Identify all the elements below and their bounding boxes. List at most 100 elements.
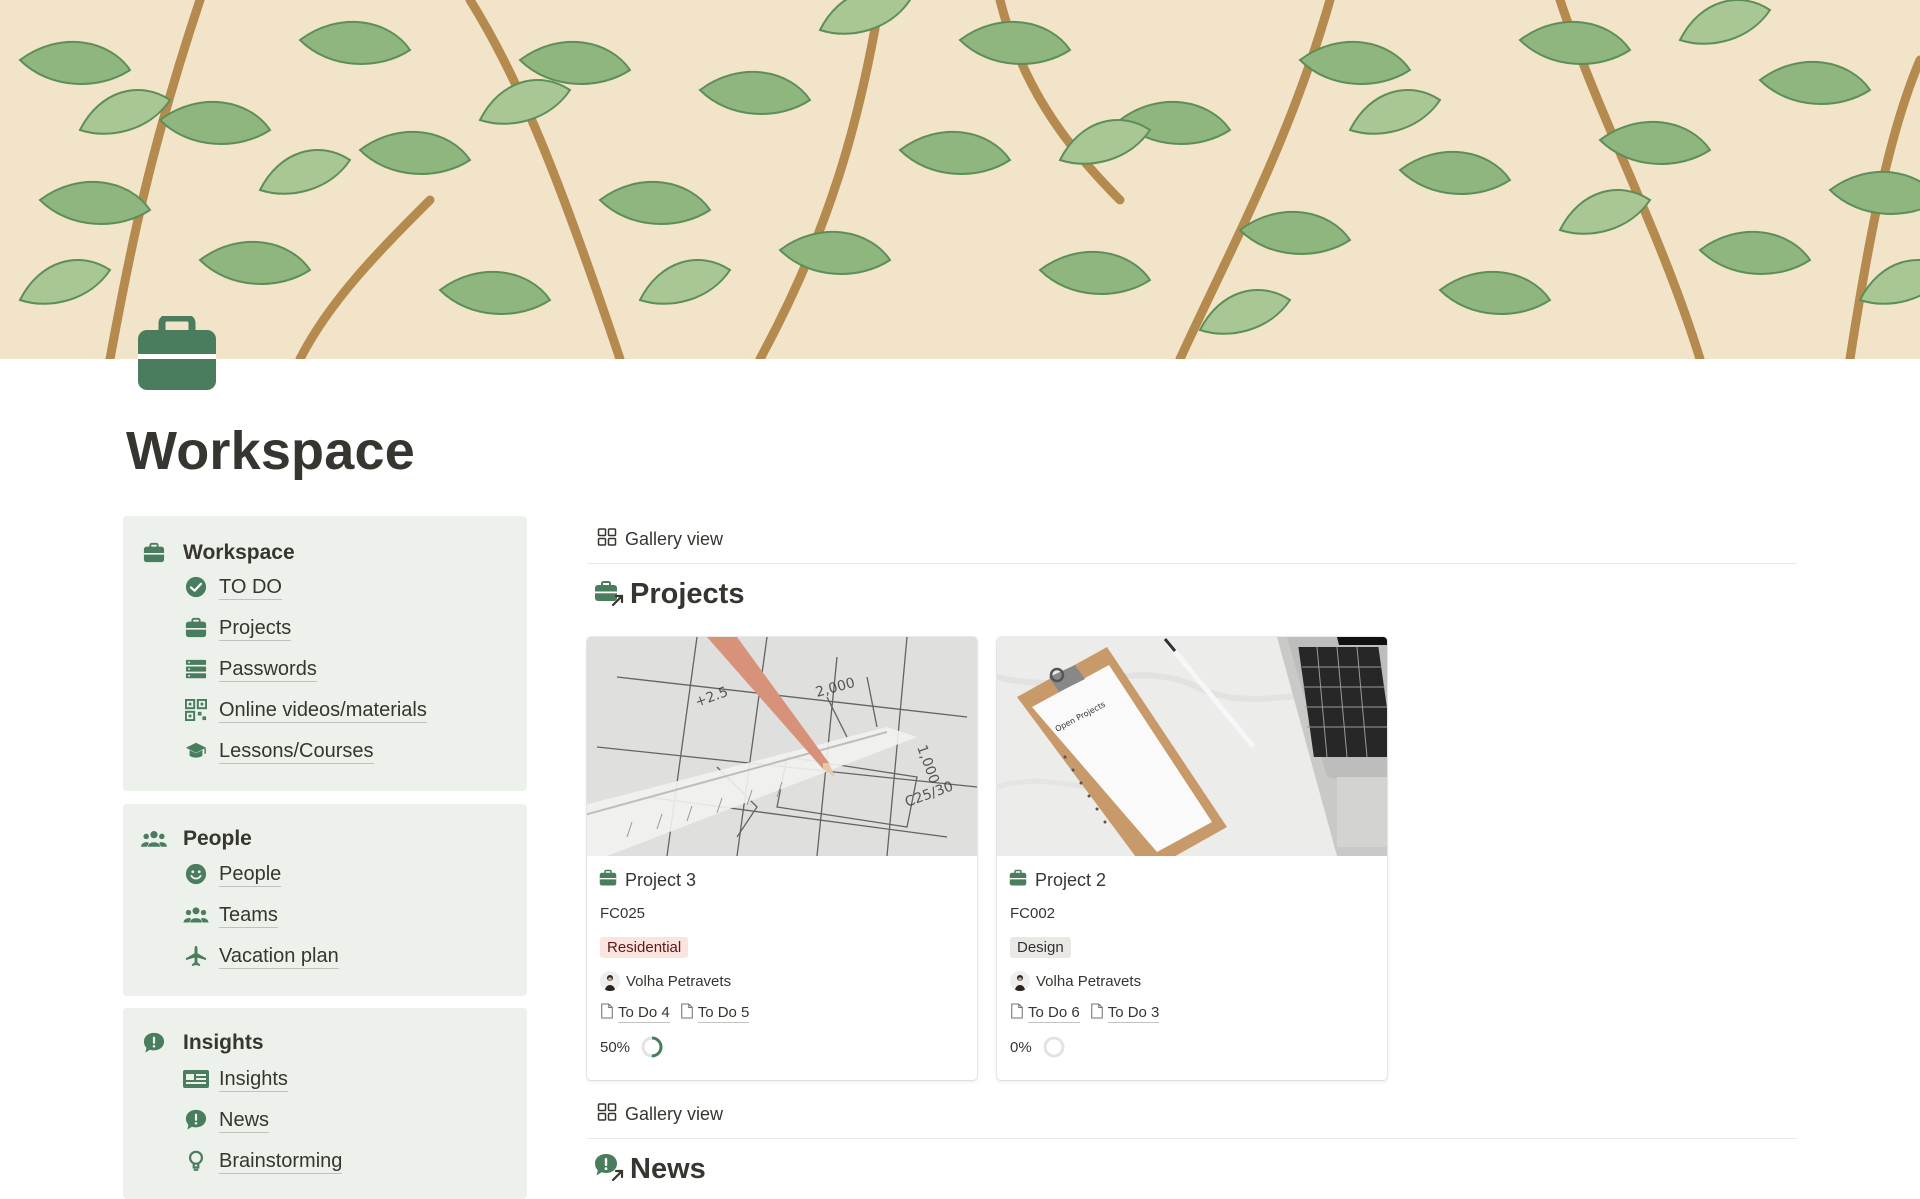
exclamation-bubble-icon (183, 1107, 209, 1133)
id-card-icon (183, 1066, 209, 1092)
panel-title: Workspace (183, 541, 295, 564)
gallery-grid-icon (597, 1102, 617, 1127)
related-task-link[interactable]: To Do 3 (1090, 1003, 1160, 1024)
briefcase-link-icon (594, 577, 624, 612)
nav-item-insights[interactable]: Insights (183, 1064, 288, 1094)
nav-item-projects[interactable]: Projects (183, 613, 292, 643)
project-code: FC025 (600, 905, 646, 922)
related-task-label: To Do 3 (1107, 1004, 1160, 1023)
nav-item-lessons[interactable]: Lessons/Courses (183, 736, 374, 766)
nav-item-label: Vacation plan (219, 944, 339, 969)
view-tab-label: Gallery view (625, 1104, 724, 1124)
owner-name: Volha Petravets (1036, 972, 1142, 990)
page-title: Workspace (126, 421, 415, 481)
briefcase-icon (183, 615, 209, 641)
nav-item-vacation-plan[interactable]: Vacation plan (183, 941, 339, 971)
people-panel-header: People (141, 826, 252, 852)
related-task-link[interactable]: To Do 6 (1010, 1003, 1080, 1024)
project-code: FC002 (1010, 905, 1056, 922)
smiley-icon (183, 861, 209, 887)
workspace-panel: Workspace TO DO Projects Passwords Onlin… (123, 516, 527, 791)
blueprint-pencil-image: 2,000 1,000 +2.5 C25/30 (587, 637, 977, 856)
related-task-link[interactable]: To Do 5 (680, 1003, 750, 1024)
news-gallery-view-tab[interactable]: Gallery view (597, 1102, 723, 1127)
briefcase-icon (138, 314, 216, 390)
server-icon (183, 656, 209, 682)
group-icon (141, 826, 167, 852)
progress-ring (1043, 1036, 1065, 1058)
insights-panel: Insights Insights News Brainstorming (123, 1008, 527, 1199)
card-title: Project 2 (1009, 869, 1106, 892)
card-title-text: Project 2 (1035, 870, 1107, 890)
card-title: Project 3 (599, 869, 696, 892)
progress-ring (641, 1036, 663, 1058)
related-task-link[interactable]: To Do 4 (600, 1003, 670, 1024)
database-title: News (630, 1153, 706, 1185)
panel-title: People (183, 827, 252, 850)
owner-name: Volha Petravets (626, 972, 732, 990)
nav-item-label: Lessons/Courses (219, 739, 374, 764)
view-divider (587, 563, 1797, 564)
database-title: Projects (630, 578, 745, 610)
nav-item-label: Online videos/materials (219, 698, 427, 723)
check-circle-icon (183, 574, 209, 600)
view-divider (587, 1138, 1797, 1139)
avatar (600, 971, 620, 991)
view-tab-label: Gallery view (625, 529, 724, 549)
panel-title: Insights (183, 1031, 264, 1054)
insights-panel-header: Insights (141, 1030, 264, 1056)
card-title-text: Project 3 (625, 870, 697, 890)
briefcase-icon (141, 540, 167, 566)
card-cover-image: 2,000 1,000 +2.5 C25/30 (587, 637, 977, 856)
willow-leaf-pattern (0, 0, 1920, 359)
lightbulb-icon (183, 1148, 209, 1174)
project-progress: 50% (600, 1035, 664, 1059)
nav-item-label: News (219, 1108, 270, 1133)
related-task-label: To Do 5 (697, 1004, 750, 1023)
project-owner: Volha Petravets (600, 971, 731, 991)
nav-item-label: Projects (219, 616, 292, 641)
page-icon (600, 1003, 614, 1024)
project-card[interactable]: 2,000 1,000 +2.5 C25/30 Project 3 FC025 … (587, 637, 977, 1080)
nav-item-teams[interactable]: Teams (183, 900, 278, 930)
graduation-cap-icon (183, 738, 209, 764)
project-card[interactable]: Open Projects Project 2 FC002 Design Vol… (997, 637, 1387, 1080)
project-owner: Volha Petravets (1010, 971, 1141, 991)
exclamation-bubble-icon (141, 1030, 167, 1056)
nav-item-label: People (219, 862, 282, 887)
progress-label: 50% (600, 1038, 631, 1056)
progress-label: 0% (1010, 1038, 1032, 1056)
nav-item-todo[interactable]: TO DO (183, 572, 282, 602)
project-type-tag: Residential (600, 937, 689, 958)
workspace-panel-header: Workspace (141, 540, 295, 566)
exclamation-bubble-link-icon (594, 1152, 624, 1187)
nav-item-label: Teams (219, 903, 278, 928)
projects-database-title[interactable]: Projects (594, 577, 744, 612)
nav-item-people[interactable]: People (183, 859, 282, 889)
nav-item-news[interactable]: News (183, 1105, 270, 1135)
nav-item-label: Passwords (219, 657, 317, 682)
nav-item-label: TO DO (219, 575, 282, 600)
page-icon (1010, 1003, 1024, 1024)
clipboard-laptop-image: Open Projects (997, 637, 1387, 856)
nav-item-label: Brainstorming (219, 1149, 343, 1174)
group-icon (183, 902, 209, 928)
nav-item-brainstorming[interactable]: Brainstorming (183, 1146, 343, 1176)
qr-code-icon (183, 697, 209, 723)
page-cover (0, 0, 1920, 359)
gallery-grid-icon (597, 527, 617, 552)
people-panel: People People Teams Vacation plan (123, 804, 527, 996)
airplane-icon (183, 943, 209, 969)
nav-item-online-videos[interactable]: Online videos/materials (183, 695, 427, 725)
nav-item-passwords[interactable]: Passwords (183, 654, 317, 684)
project-progress: 0% (1010, 1035, 1066, 1059)
page-icon (1090, 1003, 1104, 1024)
nav-item-label: Insights (219, 1067, 288, 1092)
briefcase-icon (599, 869, 617, 892)
projects-gallery-view-tab[interactable]: Gallery view (597, 527, 723, 552)
page-icon (680, 1003, 694, 1024)
related-tasks: To Do 4 To Do 5 (600, 1003, 759, 1024)
avatar (1010, 971, 1030, 991)
news-database-title[interactable]: News (594, 1152, 706, 1187)
page-icon[interactable] (136, 314, 218, 392)
